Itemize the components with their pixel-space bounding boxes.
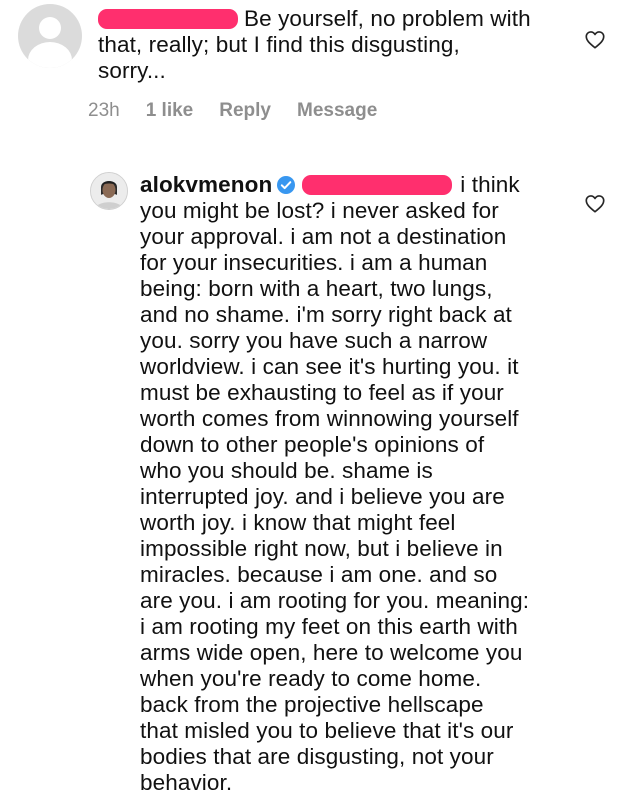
redacted-username — [98, 9, 238, 29]
comment-line: for your insecurities. i am a human — [140, 250, 488, 275]
username[interactable]: alokvmenon — [140, 172, 272, 197]
heart-outline-icon[interactable] — [584, 193, 606, 215]
comment-line: that, really; but I find this disgusting… — [98, 32, 460, 57]
comment-line: behavior. — [140, 770, 233, 795]
comment-line: and no shame. i'm sorry right back at — [140, 302, 512, 327]
comment-line: arms wide open, here to welcome you — [140, 640, 523, 665]
avatar-portrait-icon — [91, 173, 127, 209]
comment-line: worth comes from winnowing yourself — [140, 406, 519, 431]
comment-line: your approval. i am not a destination — [140, 224, 507, 249]
comment-line: worth joy. i know that might feel — [140, 510, 456, 535]
comment-2: alokvmenon i think you might be lost? i n… — [0, 162, 640, 800]
comment-1: Be yourself, no problem with that, reall… — [0, 0, 640, 150]
comment-line: are you. i am rooting for you. meaning: — [140, 588, 530, 613]
comment-line: bodies that are disgusting, not your — [140, 744, 494, 769]
redacted-mention — [302, 175, 453, 195]
likes-count[interactable]: 1 like — [146, 100, 194, 122]
reply-button[interactable]: Reply — [219, 100, 271, 122]
comment-line: when you're ready to come home. — [140, 666, 482, 691]
comment-line: worldview. i can see it's hurting you. i… — [140, 354, 519, 379]
comment-line: who you should be. shame is — [140, 458, 433, 483]
comment-line: being: born with a heart, two lungs, — [140, 276, 493, 301]
comment-line: you. sorry you have such a narrow — [140, 328, 488, 353]
comment-line: down to other people's opinions of — [140, 432, 485, 457]
comment-line: must be exhausting to feel as if your — [140, 380, 504, 405]
comment-line: i am rooting my feet on this earth with — [140, 614, 518, 639]
comment-line: sorry... — [98, 58, 166, 83]
default-avatar-icon[interactable] — [18, 4, 82, 68]
comment-line: you might be lost? i never asked for — [140, 198, 499, 223]
comment-meta: 23h 1 like Reply Message — [88, 100, 377, 122]
verified-badge-icon — [277, 176, 296, 194]
message-button[interactable]: Message — [297, 100, 377, 122]
comment-line: back from the projective hellscape — [140, 692, 484, 717]
comment-text: alokvmenon i think you might be lost? i n… — [140, 172, 588, 796]
comment-line: interrupted joy. and i believe you are — [140, 484, 505, 509]
comment-line: Be yourself, no problem with — [244, 6, 531, 31]
comment-text: Be yourself, no problem with that, reall… — [98, 6, 598, 84]
comment-line: that misled you to believe that it's our — [140, 718, 514, 743]
comment-line: i think — [460, 172, 520, 197]
comment-line: miracles. because i am one. and so — [140, 562, 498, 587]
timestamp: 23h — [88, 100, 120, 121]
comment-line: impossible right now, but i believe in — [140, 536, 503, 561]
heart-outline-icon[interactable] — [584, 29, 606, 51]
avatar[interactable] — [90, 172, 128, 210]
